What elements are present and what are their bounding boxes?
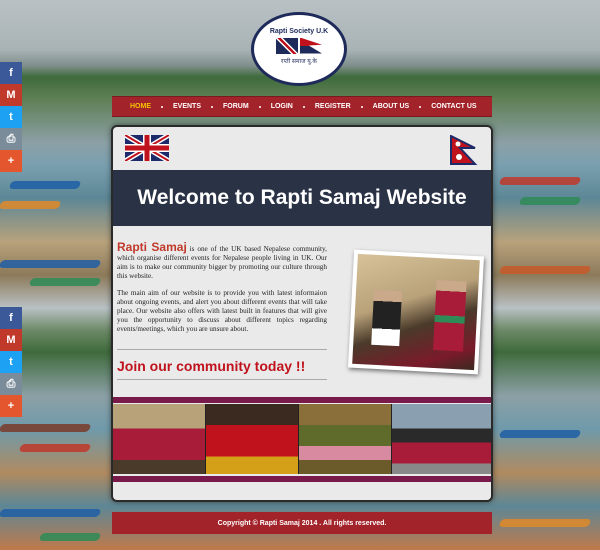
nav-home[interactable]: HOME	[120, 96, 161, 117]
more-icon[interactable]: +	[0, 395, 22, 417]
photo-figure-right	[433, 280, 467, 352]
community-photo	[348, 249, 484, 375]
nepal-flag-icon	[450, 135, 478, 165]
gallery-top-bar	[113, 397, 491, 403]
print-icon[interactable]: ⎙	[0, 373, 22, 395]
join-heading[interactable]: Join our community today !!	[117, 358, 305, 374]
share-bar-top: f M t ⎙ +	[0, 62, 22, 172]
twitter-icon[interactable]: t	[0, 351, 22, 373]
gallery-image[interactable]	[299, 404, 391, 474]
facebook-icon[interactable]: f	[0, 62, 22, 84]
nav-forum[interactable]: FORUM	[213, 96, 259, 117]
intro-text: Rapti Samaj is one of the UK based Nepal…	[117, 240, 327, 342]
site-logo[interactable]: Rapti Society U.K रप्ती समाज यु.के	[251, 12, 347, 86]
share-bar-bottom: f M t ⎙ +	[0, 307, 22, 417]
more-icon[interactable]: +	[0, 150, 22, 172]
photo-figure-left	[371, 289, 403, 347]
flags-row	[125, 135, 479, 165]
print-icon[interactable]: ⎙	[0, 128, 22, 150]
gmail-icon[interactable]: M	[0, 329, 22, 351]
nav-events[interactable]: EVENTS	[163, 96, 211, 117]
gallery-image[interactable]	[206, 404, 298, 474]
logo-bottom-text: रप्ती समाज यु.के	[280, 58, 317, 65]
photo-gallery	[113, 404, 491, 474]
footer: Copyright © Rapti Samaj 2014 . All right…	[112, 512, 492, 534]
logo-flags	[276, 37, 322, 54]
main-nav: HOME EVENTS FORUM LOGIN REGISTER ABOUT U…	[112, 96, 492, 117]
gallery-image[interactable]	[113, 404, 205, 474]
facebook-icon[interactable]: f	[0, 307, 22, 329]
divider-top	[117, 349, 327, 350]
gallery-image[interactable]	[392, 404, 491, 474]
photo-image	[352, 253, 480, 371]
nav-login[interactable]: LOGIN	[261, 96, 303, 117]
twitter-icon[interactable]: t	[0, 106, 22, 128]
content-card: Welcome to Rapti Samaj Website Rapti Sam…	[111, 125, 493, 502]
welcome-banner: Welcome to Rapti Samaj Website	[113, 170, 491, 226]
logo-top-text: Rapti Society U.K	[269, 27, 329, 35]
nav-about-us[interactable]: ABOUT US	[363, 96, 420, 117]
nav-register[interactable]: REGISTER	[305, 96, 361, 117]
gallery-bottom-bar	[113, 476, 491, 482]
brand-name: Rapti Samaj	[117, 240, 187, 254]
uk-flag-icon	[125, 135, 169, 161]
aim-paragraph: The main aim of our website is to provid…	[117, 289, 327, 333]
gmail-icon[interactable]: M	[0, 84, 22, 106]
intro-paragraph: Rapti Samaj is one of the UK based Nepal…	[117, 240, 327, 281]
nav-contact-us[interactable]: CONTACT US	[421, 96, 486, 117]
divider-bottom	[117, 379, 327, 380]
